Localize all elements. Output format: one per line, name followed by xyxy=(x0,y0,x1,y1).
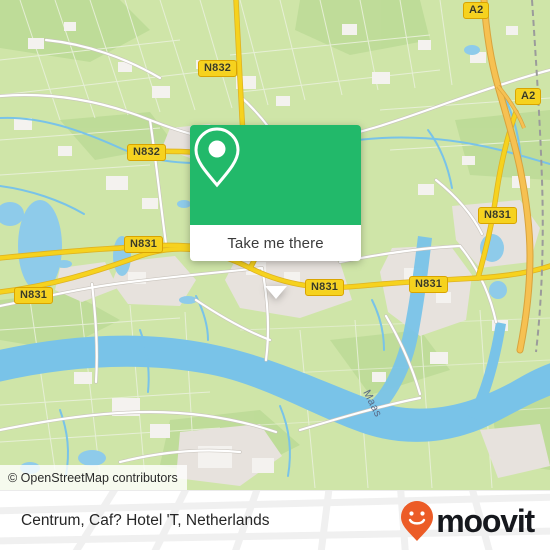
moovit-pin-smiley-icon xyxy=(401,500,434,541)
road-shield-a2-south[interactable]: A2 xyxy=(515,88,542,105)
footer-bar: Centrum, Caf? Hotel 'T, Netherlands moov… xyxy=(0,490,550,550)
osm-attribution[interactable]: © OpenStreetMap contributors xyxy=(0,465,187,490)
road-shield-n831-east[interactable]: N831 xyxy=(478,207,518,224)
road-shield-n832-west[interactable]: N832 xyxy=(127,144,167,161)
osm-attribution-text: © OpenStreetMap contributors xyxy=(8,470,178,485)
moovit-wordmark: moovit xyxy=(436,502,535,539)
location-popup-card[interactable]: Take me there xyxy=(190,125,361,299)
road-shield-n831-far-west[interactable]: N831 xyxy=(14,287,54,304)
road-shield-n831-west[interactable]: N831 xyxy=(124,236,164,253)
location-title: Centrum, Caf? Hotel 'T, Netherlands xyxy=(21,511,270,529)
popup-tail-pointer xyxy=(264,286,287,299)
map-pin-icon xyxy=(194,127,240,188)
road-shield-n832-north[interactable]: N832 xyxy=(198,60,238,77)
road-shield-a2-north[interactable]: A2 xyxy=(463,2,490,19)
moovit-map-screenshot: A2 A2 N832 N832 N831 N831 N831 N831 N831… xyxy=(0,0,550,550)
map-canvas[interactable]: A2 A2 N832 N832 N831 N831 N831 N831 N831… xyxy=(0,0,550,490)
road-shield-n831-mid-east[interactable]: N831 xyxy=(409,276,449,293)
take-me-there-button[interactable]: Take me there xyxy=(190,225,361,261)
popup-header xyxy=(190,125,361,225)
take-me-there-label: Take me there xyxy=(227,234,324,252)
moovit-logo[interactable]: moovit xyxy=(400,500,535,542)
road-shield-n831-center[interactable]: N831 xyxy=(305,279,345,296)
